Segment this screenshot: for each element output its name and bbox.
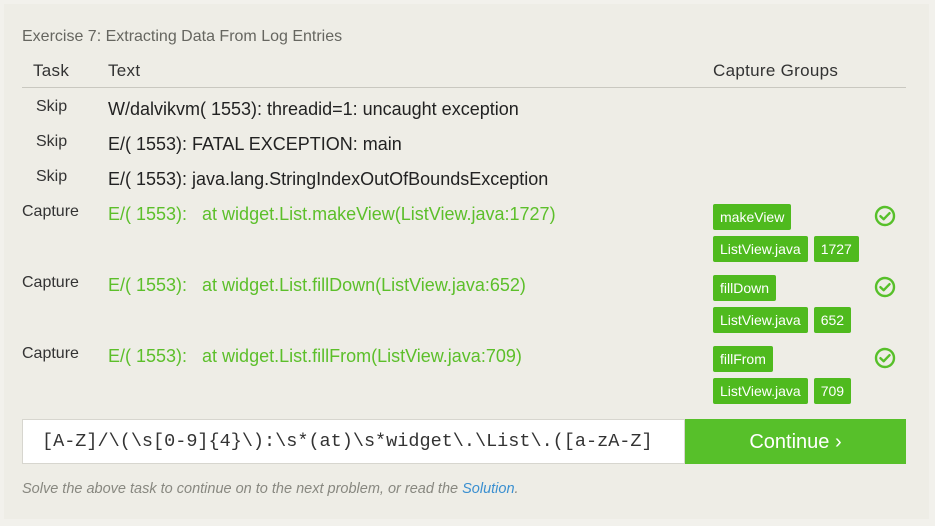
capture-group-badge: 652: [813, 307, 852, 333]
footer-hint: Solve the above task to continue on to t…: [22, 481, 519, 497]
header-divider: [22, 87, 906, 88]
regex-input[interactable]: [23, 420, 684, 463]
header-text: Text: [108, 61, 141, 80]
capture-group-badge: 1727: [813, 236, 859, 262]
regex-input-container: [22, 419, 685, 464]
task-label: Skip: [36, 98, 68, 115]
capture-groups: makeView ListView.java 1727: [713, 204, 859, 268]
solution-link[interactable]: Solution: [462, 481, 514, 497]
task-label: Capture: [22, 203, 79, 220]
footer-text: Solve the above task to continue on to t…: [22, 481, 463, 497]
capture-groups: fillFrom ListView.java 709: [713, 346, 852, 410]
row-text: W/dalvikvm( 1553): threadid=1: uncaught …: [108, 99, 519, 119]
row-text: E/( 1553): FATAL EXCEPTION: main: [108, 134, 402, 154]
exercise-title: Exercise 7: Extracting Data From Log Ent…: [22, 28, 343, 45]
capture-group-badge: fillDown: [713, 275, 777, 301]
capture-group-badge: ListView.java: [713, 236, 808, 262]
capture-groups: fillDown ListView.java 652: [713, 275, 852, 339]
task-label: Skip: [36, 133, 68, 150]
capture-group-badge: ListView.java: [713, 307, 808, 333]
footer-suffix: .: [514, 481, 519, 497]
task-label: Capture: [22, 345, 79, 362]
task-label: Skip: [36, 168, 68, 185]
capture-group-badge: makeView: [713, 204, 792, 230]
row-text: E/( 1553): java.lang.StringIndexOutOfBou…: [108, 169, 549, 189]
task-label: Capture: [22, 274, 79, 291]
header-capture-groups: Capture Groups: [713, 61, 839, 80]
row-text: E/( 1553): at widget.List.makeView(ListV…: [108, 204, 556, 224]
capture-group-badge: ListView.java: [713, 378, 808, 404]
row-text: E/( 1553): at widget.List.fillDown(ListV…: [108, 275, 526, 295]
row-text: E/( 1553): at widget.List.fillFrom(ListV…: [108, 346, 522, 366]
capture-group-badge: fillFrom: [713, 346, 773, 372]
continue-button[interactable]: Continue ›: [685, 419, 906, 464]
header-task: Task: [33, 61, 70, 80]
check-circle-icon: [874, 276, 896, 298]
check-circle-icon: [874, 205, 896, 227]
check-circle-icon: [874, 347, 896, 369]
capture-group-badge: 709: [813, 378, 852, 404]
